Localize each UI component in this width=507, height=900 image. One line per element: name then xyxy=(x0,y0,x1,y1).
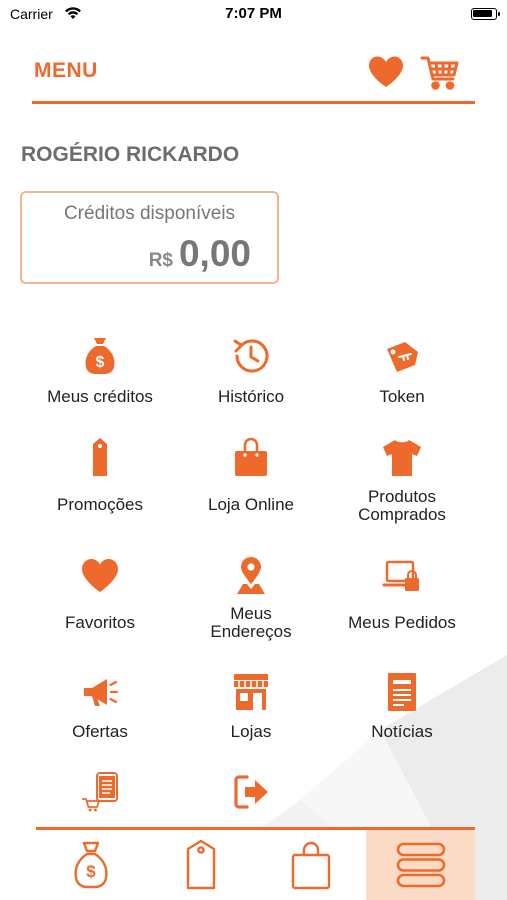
money-bag-icon: $ xyxy=(74,841,108,889)
menu-item-receipt[interactable] xyxy=(16,772,184,832)
tag-icon xyxy=(186,839,216,890)
menu-item-label: Histórico xyxy=(217,387,285,406)
menu-item-ofertas[interactable]: Ofertas xyxy=(16,672,184,752)
laptop-bag-icon xyxy=(382,560,419,591)
storefront-icon xyxy=(234,674,268,710)
credits-value: R$ 0,00 xyxy=(149,233,251,275)
menu-item-favoritos[interactable]: Favoritos xyxy=(16,556,184,636)
key-tag-icon xyxy=(387,342,418,372)
menu-item-label: Lojas xyxy=(230,722,272,741)
page-title: MENU xyxy=(34,59,98,82)
menu-item-label: Favoritos xyxy=(65,613,135,632)
receipt-cart-icon xyxy=(82,772,118,812)
battery-icon xyxy=(471,8,500,20)
menu-item-label: Loja Online xyxy=(207,495,294,514)
money-bag-icon: $ xyxy=(85,338,115,374)
tag-icon xyxy=(93,438,107,476)
heart-icon[interactable] xyxy=(367,55,405,89)
menu-item-label: Meus Endereços xyxy=(210,604,292,641)
credits-card: Créditos disponíveis R$ 0,00 xyxy=(20,191,279,284)
logout-icon xyxy=(234,775,268,809)
shopping-bag-icon xyxy=(235,437,267,476)
heart-icon xyxy=(82,559,118,592)
menu-item-label: Token xyxy=(379,387,425,406)
status-time: 7:07 PM xyxy=(225,5,282,22)
shopping-bag-icon xyxy=(291,841,331,890)
history-icon xyxy=(233,339,269,373)
menu-item-loja-online[interactable]: Loja Online xyxy=(167,437,335,527)
menu-item-lojas[interactable]: Lojas xyxy=(167,672,335,752)
tab-bar: $ xyxy=(36,827,475,900)
svg-text:$: $ xyxy=(96,354,105,371)
menu-item-meus-pedidos[interactable]: Meus Pedidos xyxy=(318,556,486,636)
menu-item-label: Promoções xyxy=(57,495,143,514)
credits-amount: 0,00 xyxy=(178,233,251,274)
svg-text:$: $ xyxy=(86,862,96,881)
menu-item-produtos-comprados[interactable]: Produtos Comprados xyxy=(318,437,486,527)
tab-online-store[interactable] xyxy=(256,830,366,900)
menu-item-meus-enderecos[interactable]: Meus Endereços xyxy=(167,556,335,646)
tshirt-icon xyxy=(383,440,421,476)
cart-icon[interactable] xyxy=(420,54,460,92)
menu-item-logout[interactable] xyxy=(167,772,335,832)
user-name: ROGÉRIO RICKARDO xyxy=(21,143,240,166)
menu-item-token[interactable]: Token xyxy=(318,336,486,416)
megaphone-icon xyxy=(84,679,119,706)
menu-item-label: Notícias xyxy=(371,722,433,741)
header: MENU xyxy=(32,52,475,104)
credits-currency: R$ xyxy=(148,250,173,271)
tab-promotions[interactable] xyxy=(146,830,256,900)
menu-item-promocoes[interactable]: Promoções xyxy=(16,437,184,527)
tab-menu[interactable] xyxy=(366,830,475,900)
menu-item-meus-creditos[interactable]: $ Meus créditos xyxy=(16,336,184,416)
menu-item-label: Meus Pedidos xyxy=(348,613,456,632)
menu-item-historico[interactable]: Histórico xyxy=(167,336,335,416)
tab-credits[interactable]: $ xyxy=(36,830,146,900)
menu-item-noticias[interactable]: Notícias xyxy=(318,672,486,752)
newspaper-icon xyxy=(388,673,416,711)
credits-label: Créditos disponíveis xyxy=(63,203,236,224)
menu-item-label: Meus créditos xyxy=(47,387,153,406)
menu-item-label: Ofertas xyxy=(72,722,128,741)
menu-item-label: Produtos Comprados xyxy=(358,487,446,524)
status-bar: Carrier 7:07 PM xyxy=(0,0,507,30)
location-pin-icon xyxy=(237,557,265,594)
menu-icon xyxy=(396,842,445,888)
